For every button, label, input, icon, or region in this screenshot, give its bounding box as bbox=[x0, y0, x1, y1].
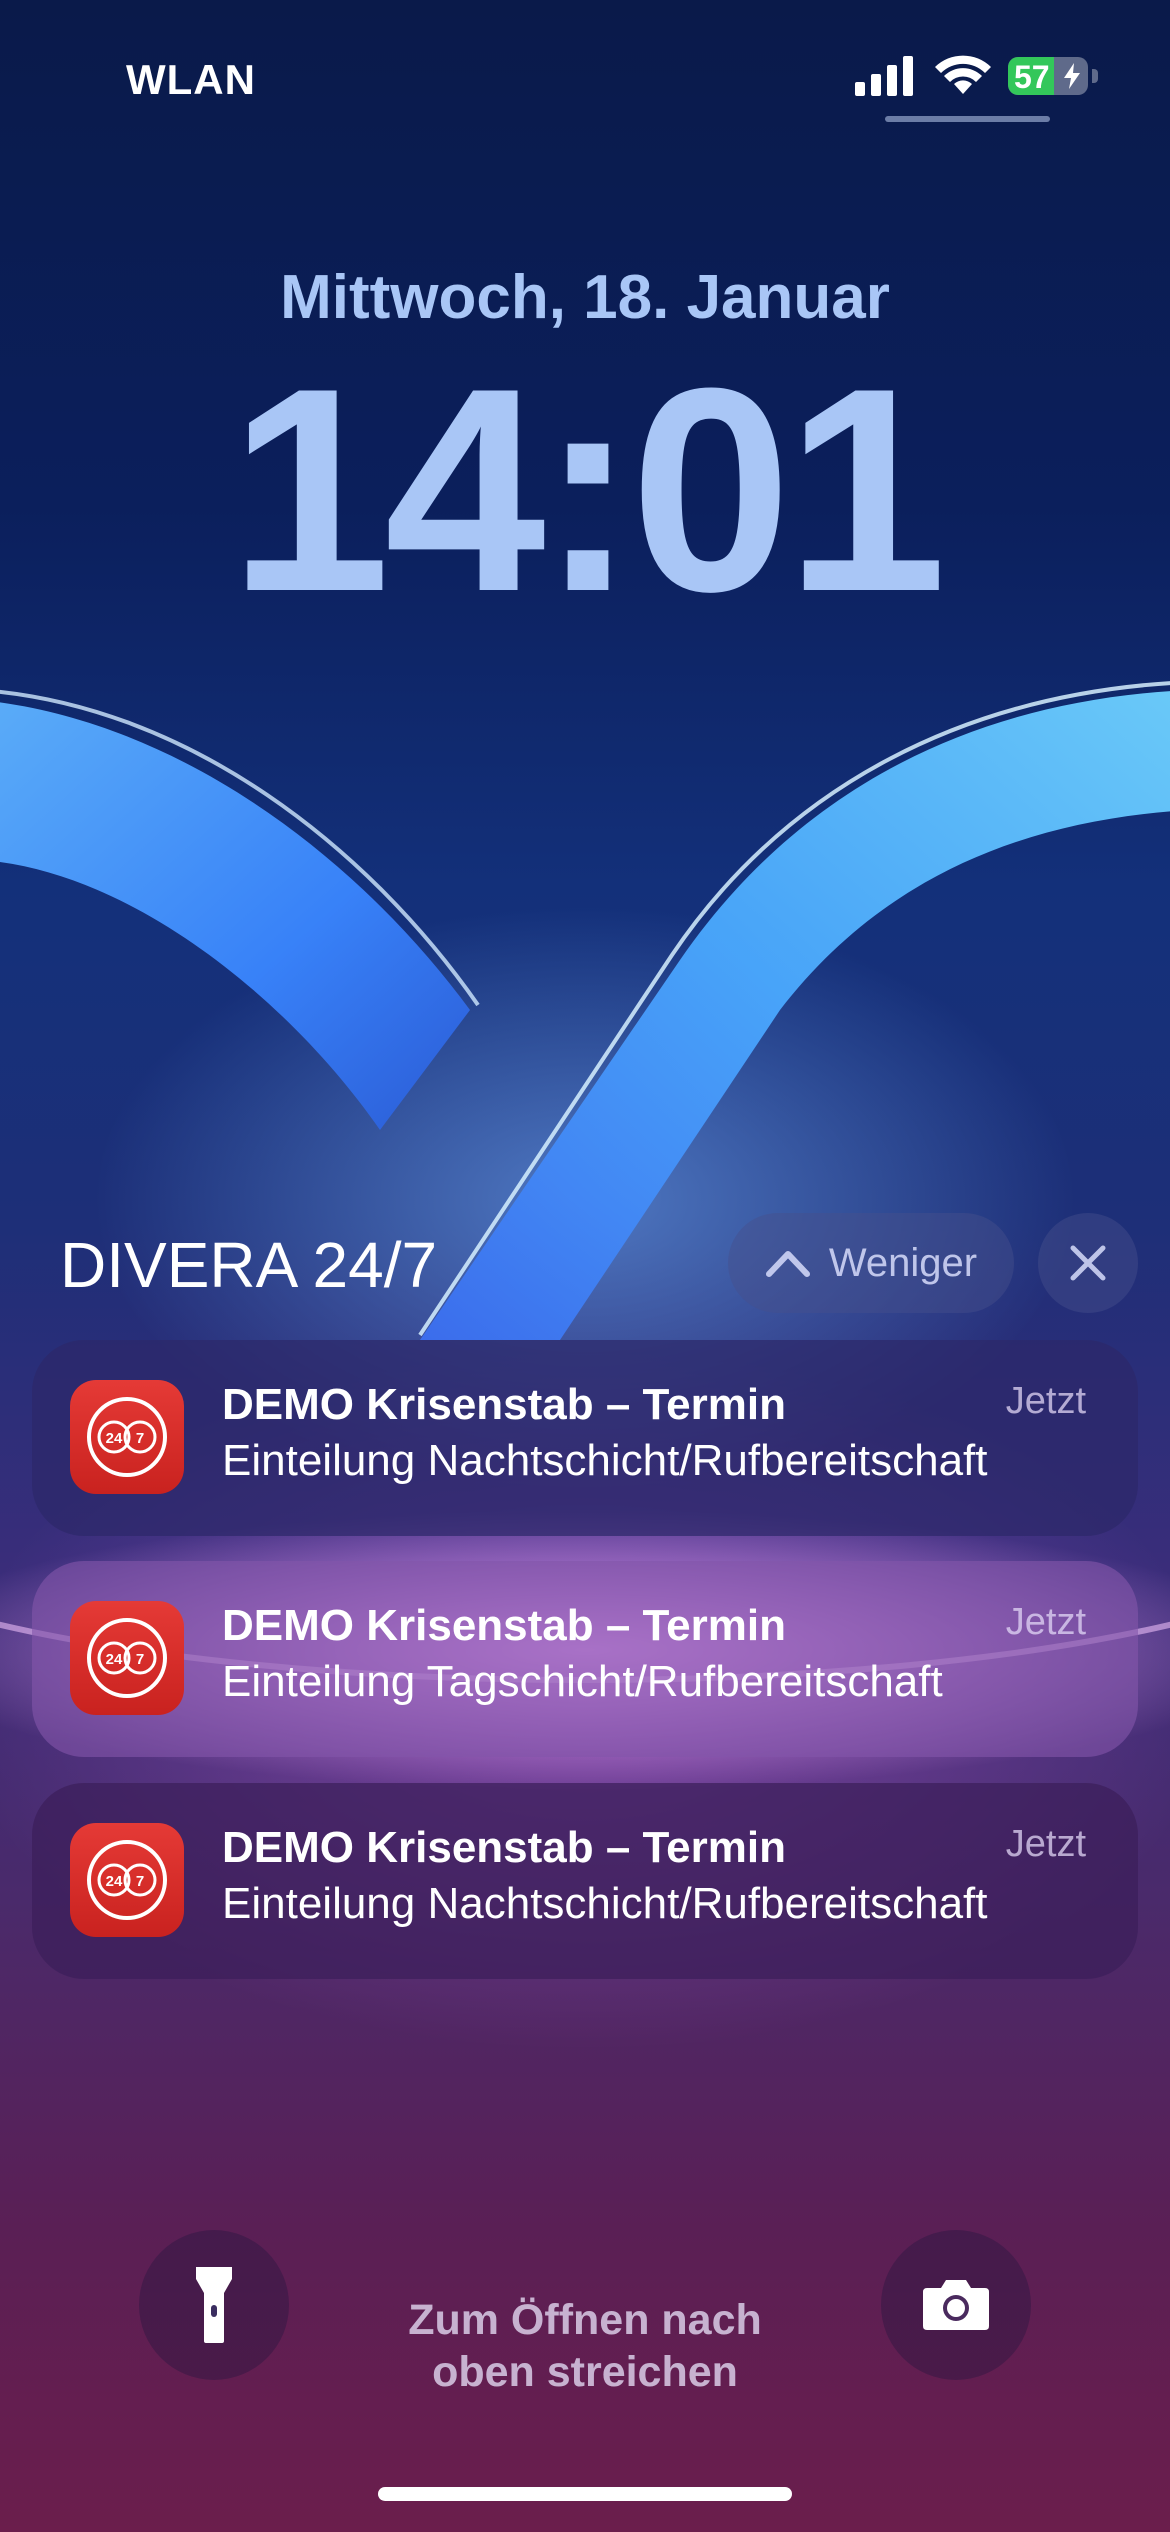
notification-title: DEMO Krisenstab – Termin bbox=[222, 1601, 786, 1650]
notification-card[interactable]: 24 7 DEMO Krisenstab – Termin Einteilung… bbox=[32, 1783, 1138, 1979]
icon-label-24: 24 bbox=[106, 1651, 123, 1668]
divera-logo-icon: 24 7 bbox=[87, 1840, 167, 1920]
camera-icon bbox=[923, 2280, 989, 2330]
close-icon bbox=[1070, 1245, 1106, 1281]
chevron-up-icon bbox=[765, 1251, 810, 1277]
battery-indicator: 57 bbox=[1008, 57, 1088, 95]
divera-app-icon: 24 7 bbox=[70, 1823, 184, 1937]
clear-group-button[interactable] bbox=[1038, 1213, 1138, 1313]
divera-logo-icon: 24 7 bbox=[87, 1618, 167, 1698]
show-less-label: Weniger bbox=[828, 1240, 978, 1285]
icon-label-7: 7 bbox=[136, 1873, 144, 1890]
carrier-label: WLAN bbox=[126, 56, 256, 103]
show-less-button[interactable]: Weniger bbox=[728, 1213, 1014, 1313]
notification-time: Jetzt bbox=[1005, 1601, 1086, 1643]
notification-time: Jetzt bbox=[1005, 1380, 1086, 1422]
camera-button[interactable] bbox=[881, 2230, 1031, 2380]
charging-bolt-icon bbox=[1064, 63, 1080, 89]
notification-card[interactable]: 24 7 DEMO Krisenstab – Termin Einteilung… bbox=[32, 1561, 1138, 1757]
notification-time: Jetzt bbox=[1005, 1823, 1086, 1865]
notification-body: Einteilung Nachtschicht/Rufbereitschaft bbox=[222, 1879, 988, 1928]
icon-label-7: 7 bbox=[136, 1651, 144, 1668]
battery-percentage: 57 bbox=[1014, 59, 1050, 95]
icon-label-24: 24 bbox=[106, 1873, 123, 1890]
divera-logo-icon: 24 7 bbox=[87, 1397, 167, 1477]
status-indicator-bar bbox=[885, 116, 1050, 122]
icon-label-7: 7 bbox=[136, 1430, 144, 1447]
icon-label-24: 24 bbox=[106, 1430, 123, 1447]
notification-body: Einteilung Nachtschicht/Rufbereitschaft bbox=[222, 1436, 988, 1485]
notification-title: DEMO Krisenstab – Termin bbox=[222, 1823, 786, 1872]
divera-app-icon: 24 7 bbox=[70, 1380, 184, 1494]
lock-time: 14:01 bbox=[229, 328, 947, 652]
notification-card[interactable]: 24 7 DEMO Krisenstab – Termin Einteilung… bbox=[32, 1340, 1138, 1536]
lock-date: Mittwoch, 18. Januar bbox=[280, 263, 890, 332]
wifi-icon bbox=[935, 55, 991, 94]
divera-app-icon: 24 7 bbox=[70, 1601, 184, 1715]
notification-body: Einteilung Tagschicht/Rufbereitschaft bbox=[222, 1657, 943, 1706]
battery-cap bbox=[1092, 69, 1098, 83]
notification-group-title: DIVERA 24/7 bbox=[60, 1229, 438, 1301]
status-bar: WLAN 57 bbox=[0, 0, 1170, 140]
home-indicator[interactable] bbox=[378, 2487, 792, 2501]
cellular-signal-icon bbox=[855, 56, 913, 96]
notification-title: DEMO Krisenstab – Termin bbox=[222, 1380, 786, 1429]
